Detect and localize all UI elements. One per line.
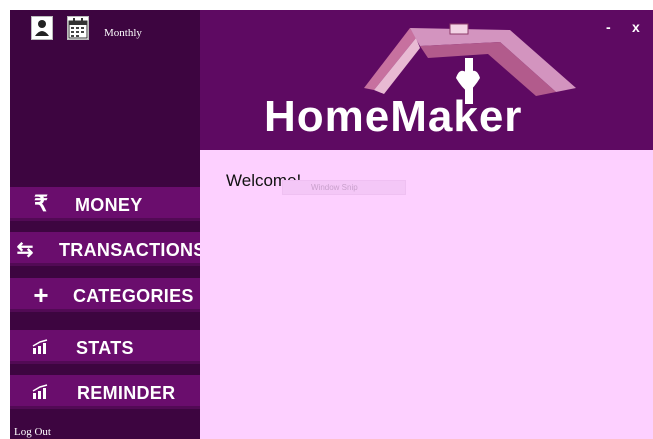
swap-arrows-icon: ⇆ xyxy=(16,238,34,261)
period-label[interactable]: Monthly xyxy=(104,27,142,39)
app-window: Monthly ₹ MONEY ⇆ TRANSACTIONS + CATEGOR… xyxy=(10,10,653,439)
nav-money-label: MONEY xyxy=(75,195,143,215)
plus-icon: + xyxy=(33,279,49,310)
rupee-icon: ₹ xyxy=(34,191,48,216)
nav-stats[interactable]: STATS xyxy=(10,330,200,364)
nav-reminder[interactable]: REMINDER xyxy=(10,375,200,409)
sidebar: Monthly ₹ MONEY ⇆ TRANSACTIONS + CATEGOR… xyxy=(10,10,205,439)
brand-title: HomeMaker xyxy=(264,92,523,141)
header: - x HomeMaker xyxy=(200,10,653,150)
nav-transactions[interactable]: ⇆ TRANSACTIONS xyxy=(10,232,205,266)
nav-stats-label: STATS xyxy=(76,338,134,358)
main-content: Welcome! Window Snip xyxy=(200,150,653,439)
nav-reminder-label: REMINDER xyxy=(77,383,176,403)
minimize-button[interactable]: - xyxy=(606,19,611,35)
close-button[interactable]: x xyxy=(632,19,640,35)
nav-categories[interactable]: + CATEGORIES xyxy=(10,278,200,312)
nav-categories-label: CATEGORIES xyxy=(73,286,194,306)
bar-chart-icon xyxy=(28,335,54,359)
snip-overlay: Window Snip xyxy=(282,180,406,195)
logout-link[interactable]: Log Out xyxy=(14,426,51,438)
calendar-icon[interactable] xyxy=(67,16,89,40)
bar-chart-icon xyxy=(28,380,54,404)
nav-money[interactable]: ₹ MONEY xyxy=(10,187,200,221)
user-icon[interactable] xyxy=(31,16,53,40)
nav-transactions-label: TRANSACTIONS xyxy=(59,240,206,260)
